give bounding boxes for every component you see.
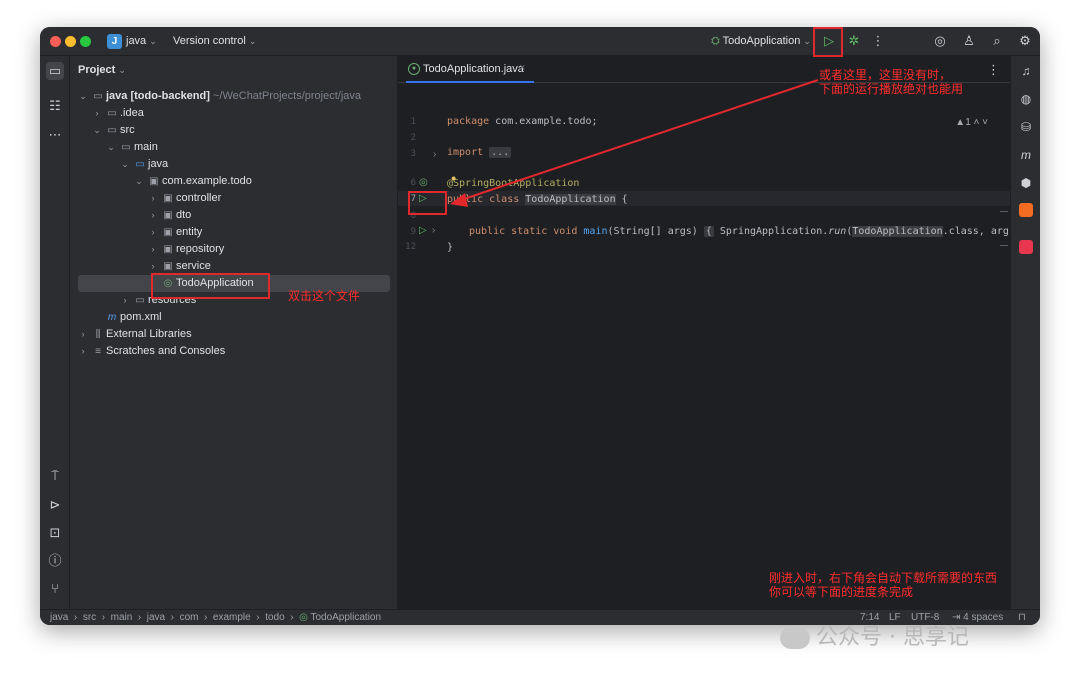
annotation-note-bottom: 刚进入时，右下角会自动下载所需要的东西 你可以等下面的进度条完成	[769, 571, 998, 599]
annotation-note-double-click: 双击这个文件	[288, 289, 361, 303]
wechat-icon	[780, 627, 810, 649]
annotation-note-run: 或者这里，这里没有时， 下面的运行播放绝对也能用	[819, 68, 964, 96]
watermark: 公众号 · 思享记	[780, 619, 969, 651]
